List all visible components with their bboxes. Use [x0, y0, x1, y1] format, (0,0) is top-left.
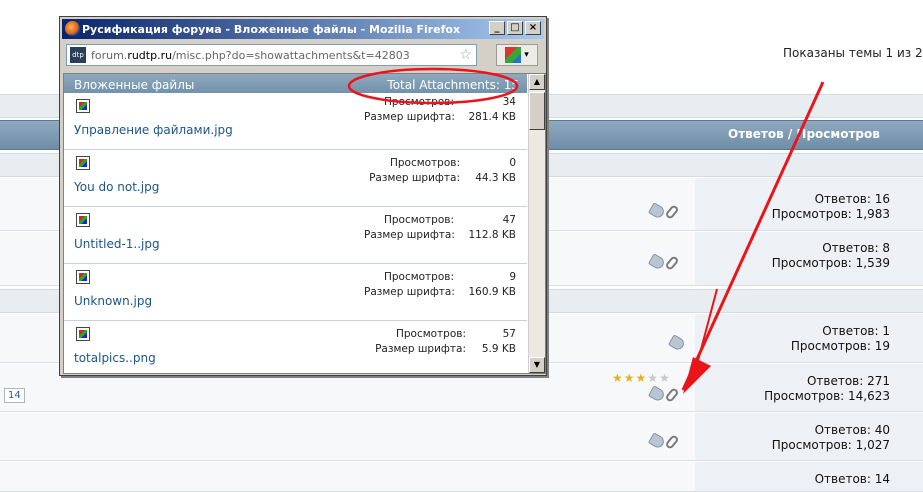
attachment-values: 47 112.8 KB: [468, 214, 517, 241]
attachment-filename[interactable]: Unknown.jpg: [74, 294, 152, 308]
address-bar[interactable]: dtp forum.rudtp.ru/misc.php?do=showattac…: [66, 44, 477, 66]
close-button[interactable]: ×: [525, 21, 541, 35]
tag-icon[interactable]: [647, 202, 667, 220]
thread-row[interactable]: Ответов: 14: [0, 462, 923, 492]
search-engine-button[interactable]: ▾: [496, 44, 538, 66]
image-file-icon: [76, 270, 90, 284]
paperclip-icon[interactable]: [664, 434, 680, 450]
thread-views: Просмотров: 1,983: [771, 207, 890, 221]
thread-views: Просмотров: 1,539: [771, 256, 890, 270]
star-icon: ★: [612, 371, 624, 385]
attachment-labels: Просмотров: Размер шрифта:: [369, 157, 460, 184]
maximize-button[interactable]: □: [507, 21, 523, 35]
attachment-filename[interactable]: You do not.jpg: [74, 180, 159, 194]
thread-views: Просмотров: 19: [790, 339, 890, 353]
vertical-scrollbar[interactable]: ▲ ▼: [528, 74, 545, 373]
thread-views: Просмотров: 14,623: [764, 389, 890, 403]
tag-icon[interactable]: [647, 253, 667, 271]
attachment-values: 9 160.9 KB: [468, 271, 517, 298]
attachment-values: 57 5.9 KB: [481, 328, 516, 355]
paperclip-icon[interactable]: [664, 387, 680, 403]
bookmark-star-icon[interactable]: ☆: [459, 47, 472, 63]
thread-replies: Ответов: 16: [814, 192, 890, 206]
thread-rating: ★★★★★: [612, 371, 671, 385]
star-icon: ★: [623, 371, 636, 385]
attachment-item: Unknown.jpg Просмотров: Размер шрифта: 91…: [64, 264, 527, 321]
minimize-button[interactable]: _: [489, 21, 505, 35]
window-title: Русификация форума - Вложенные файлы - M…: [82, 22, 461, 36]
attachments-popup-window[interactable]: Русификация форума - Вложенные файлы - M…: [59, 16, 547, 376]
attachment-labels: Просмотров: Размер шрифта:: [364, 96, 455, 123]
tag-icon[interactable]: [647, 432, 667, 450]
thread-replies: Ответов: 271: [806, 374, 890, 388]
replies-views-column-header[interactable]: Ответов / Просмотров: [728, 127, 880, 141]
thread-row[interactable]: Ответов: 40 Просмотров: 1,027: [0, 413, 923, 461]
attachment-filename[interactable]: Untitled-1..jpg: [74, 237, 160, 251]
star-icon: ★: [635, 371, 648, 385]
image-file-icon: [76, 213, 90, 227]
attachment-labels: Просмотров: Размер шрифта:: [364, 214, 455, 241]
attachment-values: 34 281.4 KB: [468, 96, 517, 123]
tag-icon[interactable]: [667, 334, 687, 352]
attachments-list: Управление файлами.jpg Просмотров: Размер…: [64, 93, 527, 373]
attachment-item: totalpics..png Просмотров: Размер шрифта:…: [64, 321, 527, 373]
attachment-labels: Просмотров: Размер шрифта:: [364, 271, 455, 298]
tag-icon[interactable]: [647, 385, 667, 403]
search-engine-icon: [505, 47, 522, 63]
attachment-labels: Просмотров: Размер шрифта:: [375, 328, 466, 355]
url-text: forum.rudtp.ru/misc.php?do=showattachmen…: [91, 48, 410, 62]
attachment-item: You do not.jpg Просмотров: Размер шрифта:…: [64, 150, 527, 207]
paperclip-icon[interactable]: [664, 255, 680, 271]
pagination-summary: Показаны темы 1 из 25, и: [783, 46, 923, 60]
thread-replies: Ответов: 40: [814, 423, 890, 437]
image-file-icon: [76, 156, 90, 170]
image-file-icon: [76, 99, 90, 113]
attachment-filename[interactable]: Управление файлами.jpg: [74, 123, 233, 137]
attachment-item: Untitled-1..jpg Просмотров: Размер шрифта…: [64, 207, 527, 264]
attachment-filename[interactable]: totalpics..png: [74, 351, 156, 365]
site-favicon: dtp: [70, 47, 86, 63]
attachment-values: 0 44.3 KB: [475, 157, 516, 184]
scroll-thumb[interactable]: [529, 92, 545, 130]
scroll-up-button[interactable]: ▲: [529, 74, 545, 90]
attachment-item: Управление файлами.jpg Просмотров: Размер…: [64, 93, 527, 150]
thread-replies: Ответов: 8: [822, 241, 890, 255]
dropdown-arrow-icon: ▾: [524, 50, 529, 60]
star-icon: ★: [647, 371, 660, 385]
firefox-icon: [65, 21, 80, 36]
thread-views: Просмотров: 1,027: [771, 438, 890, 452]
paperclip-icon[interactable]: [664, 204, 680, 220]
image-file-icon: [76, 327, 90, 341]
scroll-down-button[interactable]: ▼: [529, 357, 545, 373]
star-icon: ★: [659, 371, 671, 385]
thread-replies: Ответов: 1: [822, 324, 890, 338]
thread-page-link[interactable]: 14: [4, 388, 25, 403]
window-titlebar[interactable]: Русификация форума - Вложенные файлы - M…: [62, 19, 544, 39]
popup-content: Вложенные файлы Total Attachments: 15 Уп…: [63, 73, 546, 374]
